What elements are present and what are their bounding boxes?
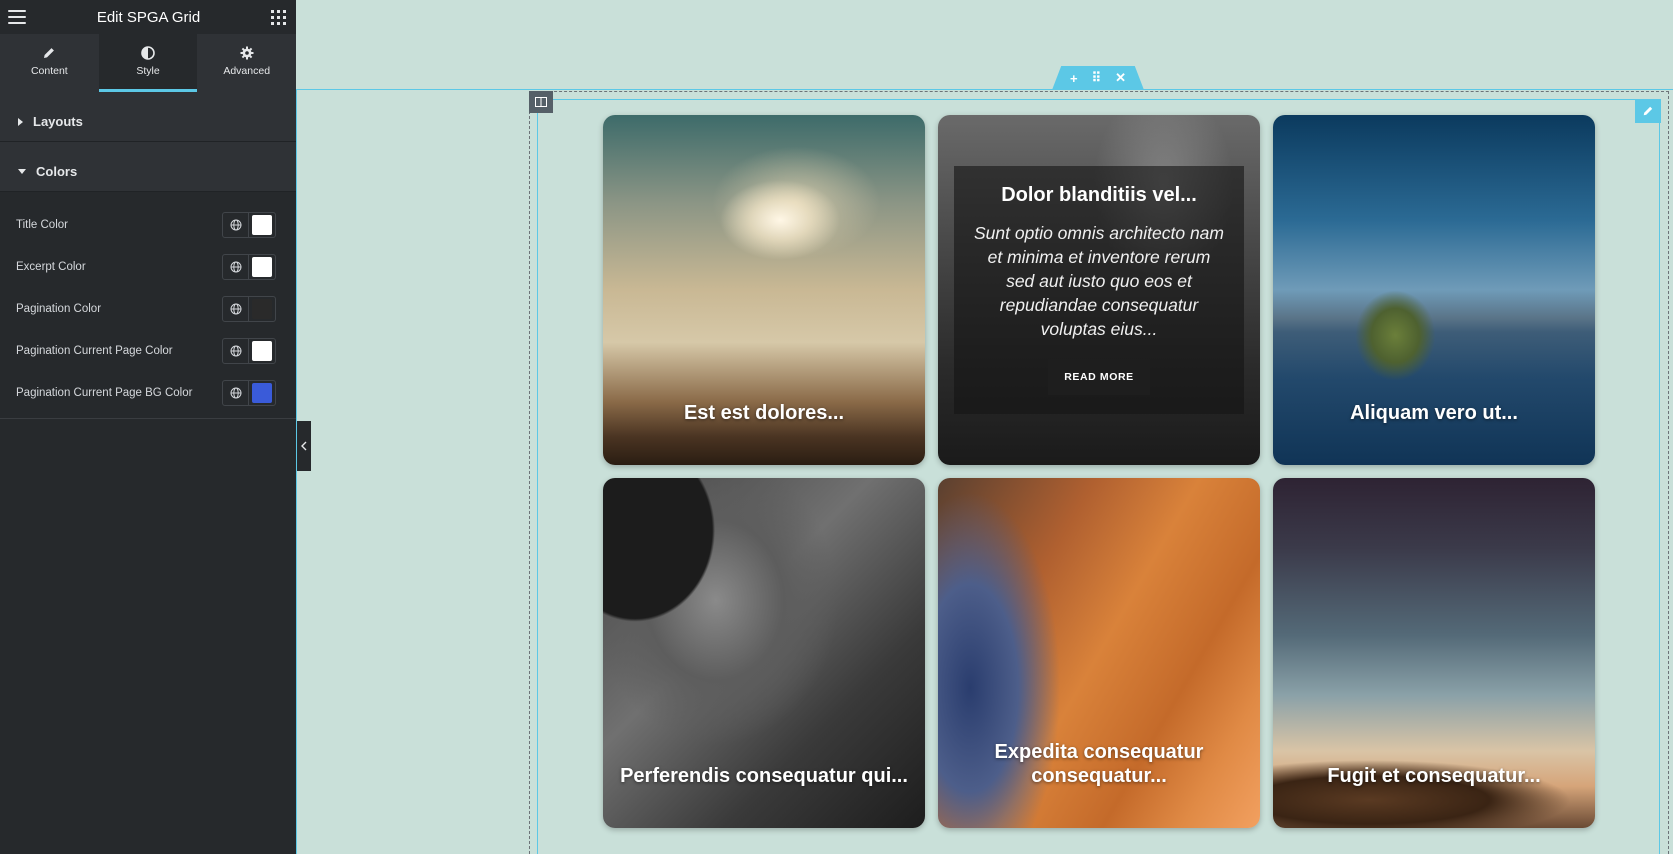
panel-header: Edit SPGA Grid [0,0,296,34]
grid-item[interactable]: Perferendis consequatur qui... [603,478,925,828]
tab-content-label: Content [30,65,68,77]
global-colors-button[interactable] [223,255,249,279]
section-gap [0,142,296,152]
tab-style[interactable]: Style [98,34,198,92]
global-colors-button[interactable] [223,213,249,237]
color-swatch[interactable] [249,255,275,279]
grid-item-title[interactable]: Perferendis consequatur qui... [615,764,913,788]
globe-icon [230,345,241,357]
color-picker [222,338,276,364]
column-icon [535,97,547,107]
column-handle[interactable] [529,91,553,113]
swatch-fill [252,341,272,361]
control-pagination-color: Pagination Color [0,288,296,330]
grid-item-title[interactable]: Expedita consequatur consequatur... [950,740,1248,788]
tab-advanced-label: Advanced [223,65,271,77]
control-label: Title Color [16,219,68,231]
global-colors-button[interactable] [223,297,249,321]
section-gap [0,92,296,102]
color-picker [222,254,276,280]
control-pagination-current-color: Pagination Current Page Color [0,330,296,372]
color-swatch[interactable] [249,213,275,237]
grid-item[interactable]: Fugit et consequatur... [1273,478,1595,828]
section-handle: + ⠿ ✕ [1052,66,1144,90]
tab-content[interactable]: Content [0,34,99,92]
color-swatch[interactable] [249,381,275,405]
delete-section-button[interactable]: ✕ [1115,70,1126,86]
control-label: Excerpt Color [16,261,86,273]
grid-item-title[interactable]: Aliquam vero ut... [1285,401,1583,425]
grid-item-hovered[interactable]: Dolor blanditiis vel... Sunt optio omnis… [938,115,1260,465]
edit-widget-button[interactable] [1635,99,1661,123]
globe-icon [230,387,241,399]
section-layouts[interactable]: Layouts [0,102,296,142]
control-excerpt-color: Excerpt Color [0,246,296,288]
grid-item-title[interactable]: Est est dolores... [615,401,913,425]
grid-item[interactable]: Aliquam vero ut... [1273,115,1595,465]
section-colors[interactable]: Colors [0,152,296,192]
global-colors-button[interactable] [223,381,249,405]
grid-item-title[interactable]: Fugit et consequatur... [1285,764,1583,788]
section-colors-label: Colors [36,164,78,179]
gear-icon [240,46,254,60]
panel-tabs: Content Style Advanced [0,34,296,92]
panel-title: Edit SPGA Grid [96,8,201,26]
color-swatch[interactable] [249,297,275,321]
color-swatch[interactable] [249,339,275,363]
grid-item[interactable]: Est est dolores... [603,115,925,465]
color-picker [222,380,276,406]
swatch-fill [252,257,272,277]
apps-grid-icon[interactable] [271,9,286,25]
grid-item[interactable]: Expedita consequatur consequatur... [938,478,1260,828]
add-section-button[interactable]: + [1070,71,1078,86]
pencil-icon [1643,106,1653,116]
editor-panel: Edit SPGA Grid Content Style Advanced La… [0,0,296,854]
section-outline-left [296,89,297,854]
grid-item-excerpt: Sunt optio omnis architecto nam et minim… [974,223,1224,339]
control-label: Pagination Current Page Color [16,345,173,357]
move-section-handle[interactable]: ⠿ [1092,70,1102,86]
globe-icon [230,303,241,315]
half-circle-icon [141,46,155,60]
hover-overlay: Dolor blanditiis vel... Sunt optio omnis… [954,166,1244,414]
caret-down-icon [18,169,26,174]
grid-item-title[interactable]: Dolor blanditiis vel... [972,184,1226,207]
control-label: Pagination Current Page BG Color [16,387,193,399]
control-label: Pagination Color [16,303,102,315]
color-picker [222,212,276,238]
control-pagination-current-bg-color: Pagination Current Page BG Color [0,372,296,414]
caret-right-icon [18,117,23,126]
swatch-fill [252,383,272,403]
globe-icon [230,261,241,273]
section-layouts-label: Layouts [33,114,83,129]
control-title-color: Title Color [0,204,296,246]
read-more-button[interactable]: READ MORE [1048,359,1150,395]
colors-controls: Title Color Excerpt Color Pagination Col… [0,192,296,419]
color-picker [222,296,276,322]
tab-style-label: Style [136,65,160,77]
swatch-fill [252,299,272,319]
tab-advanced[interactable]: Advanced [197,34,296,92]
section-handle-buttons: + ⠿ ✕ [1052,66,1144,90]
swatch-fill [252,215,272,235]
pencil-icon [44,48,55,58]
hamburger-menu-icon[interactable] [8,10,26,24]
globe-icon [230,219,241,231]
global-colors-button[interactable] [223,339,249,363]
